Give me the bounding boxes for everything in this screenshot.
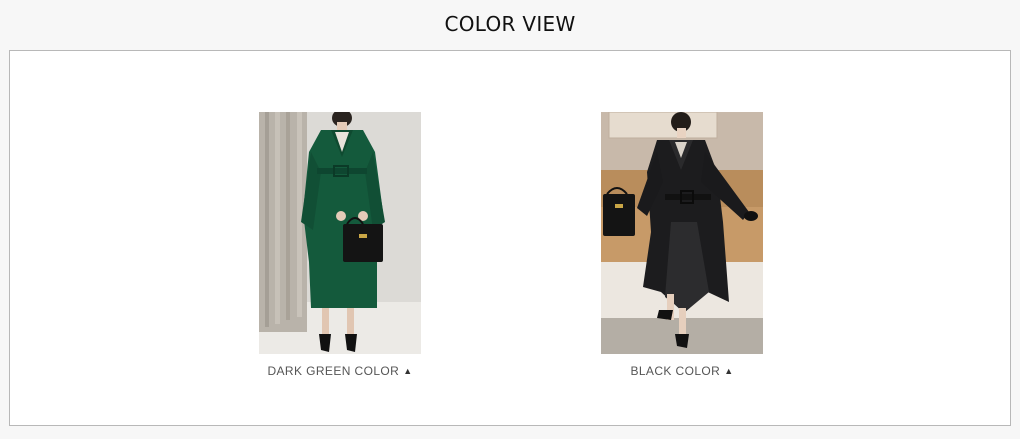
black-color-label: BLACK COLOR	[630, 364, 721, 378]
dark-green-color-caption[interactable]: DARK GREEN COLOR ▲	[259, 364, 421, 378]
dark-green-color-label: DARK GREEN COLOR	[267, 364, 400, 378]
section-title: COLOR VIEW	[444, 12, 576, 36]
color-option-black[interactable]: BLACK COLOR ▲	[601, 112, 763, 378]
color-option-dark-green[interactable]: DARK GREEN COLOR ▲	[259, 112, 421, 378]
up-triangle-icon: ▲	[724, 366, 734, 376]
color-view-page: COLOR VIEW DARK GREEN COLOR ▲ BLACK COLO…	[0, 0, 1020, 439]
black-coat-photo[interactable]	[601, 112, 763, 354]
up-triangle-icon: ▲	[403, 366, 413, 376]
black-color-caption[interactable]: BLACK COLOR ▲	[601, 364, 763, 378]
dark-green-coat-photo[interactable]	[259, 112, 421, 354]
color-view-panel: DARK GREEN COLOR ▲ BLACK COLOR ▲	[9, 50, 1011, 426]
